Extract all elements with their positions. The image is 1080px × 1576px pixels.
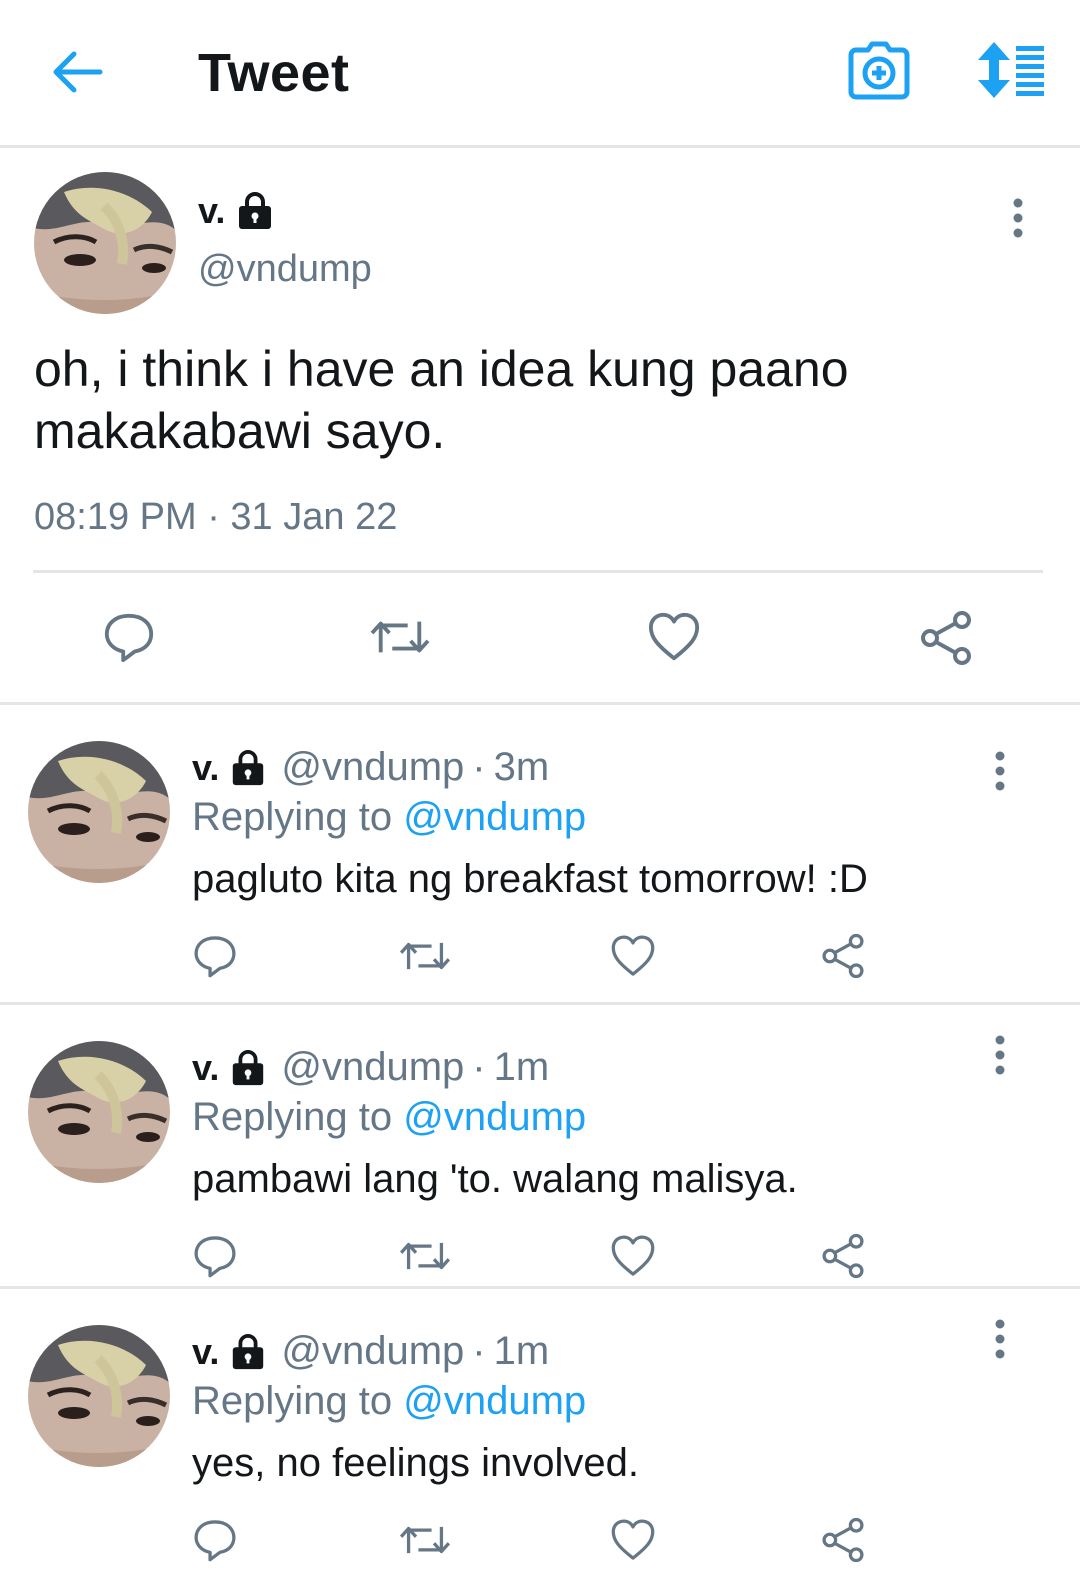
author-name-text[interactable]: v. (192, 1047, 219, 1089)
author-name-text[interactable]: v. (192, 747, 219, 789)
more-options-icon[interactable] (1008, 198, 1028, 238)
reply-tweet[interactable]: v. @vndump · 3m Replying to @vndump pagl… (0, 702, 1080, 986)
reply-time: 1m (493, 1329, 550, 1373)
share-icon[interactable] (918, 610, 974, 666)
share-icon[interactable] (820, 933, 866, 979)
lock-icon (229, 749, 267, 787)
lock-icon (229, 1049, 267, 1087)
reply-text: pagluto kita ng breakfast tomorrow! :D (192, 857, 868, 901)
lock-icon (235, 191, 275, 231)
retweet-icon[interactable] (398, 1517, 452, 1563)
author-name[interactable]: v. (198, 190, 275, 232)
reply-icon[interactable] (192, 1233, 238, 1279)
reply-text: yes, no feelings involved. (192, 1441, 639, 1485)
author-handle[interactable]: @vndump (198, 248, 372, 291)
share-icon[interactable] (820, 1233, 866, 1279)
reply-text: pambawi lang 'to. walang malisya. (192, 1157, 798, 1201)
retweet-icon[interactable] (398, 1233, 452, 1279)
like-icon[interactable] (610, 1517, 656, 1563)
replying-to-prefix: Replying to (192, 1379, 393, 1423)
reply-header: v. @vndump · 3m (192, 745, 549, 790)
reply-header: v. @vndump · 1m (192, 1329, 549, 1374)
replying-to-prefix: Replying to (192, 1095, 393, 1139)
sort-icon[interactable] (976, 42, 1046, 98)
replying-to: Replying to @vndump (192, 795, 586, 840)
page-title: Tweet (198, 43, 350, 103)
reply-time: 3m (493, 745, 550, 789)
top-bar: Tweet (0, 0, 1080, 148)
separator: · (472, 1329, 486, 1373)
tweet-actions (0, 610, 1080, 670)
replying-to: Replying to @vndump (192, 1379, 586, 1424)
more-options-icon[interactable] (990, 1319, 1010, 1359)
reply-actions (0, 1517, 1080, 1567)
avatar[interactable] (34, 172, 176, 314)
reply-icon[interactable] (192, 933, 238, 979)
reply-icon[interactable] (102, 610, 156, 664)
author-handle[interactable]: @vndump (281, 1329, 464, 1374)
replying-to-mention[interactable]: @vndump (403, 1095, 586, 1139)
reply-actions (0, 933, 1080, 983)
retweet-icon[interactable] (398, 933, 452, 979)
author-name-text[interactable]: v. (192, 1331, 219, 1373)
reply-actions (0, 1233, 1080, 1283)
like-icon[interactable] (646, 610, 702, 664)
replying-to-mention[interactable]: @vndump (403, 1379, 586, 1423)
reply-header: v. @vndump · 1m (192, 1045, 549, 1090)
more-options-icon[interactable] (990, 1035, 1010, 1075)
reply-tweet[interactable]: v. @vndump · 1m Replying to @vndump yes,… (0, 1286, 1080, 1570)
like-icon[interactable] (610, 1233, 656, 1279)
replying-to-mention[interactable]: @vndump (403, 795, 586, 839)
reply-icon[interactable] (192, 1517, 238, 1563)
lock-icon (229, 1333, 267, 1371)
replying-to-prefix: Replying to (192, 795, 393, 839)
back-arrow-icon[interactable] (50, 48, 104, 96)
tweet-timestamp: 08:19 PM · 31 Jan 22 (34, 496, 398, 538)
author-handle[interactable]: @vndump (281, 1045, 464, 1090)
like-icon[interactable] (610, 933, 656, 979)
separator: · (472, 745, 486, 789)
share-icon[interactable] (820, 1517, 866, 1563)
avatar[interactable] (28, 1041, 170, 1183)
camera-plus-icon[interactable] (848, 40, 910, 102)
reply-tweet[interactable]: v. @vndump · 1m Replying to @vndump pamb… (0, 1002, 1080, 1286)
divider (33, 570, 1043, 573)
avatar[interactable] (28, 741, 170, 883)
retweet-icon[interactable] (368, 610, 432, 664)
more-options-icon[interactable] (990, 751, 1010, 791)
tweet-text: oh, i think i have an idea kung paano ma… (34, 341, 849, 459)
author-handle[interactable]: @vndump (281, 745, 464, 790)
separator: · (472, 1045, 486, 1089)
replying-to: Replying to @vndump (192, 1095, 586, 1140)
main-tweet: v. @vndump oh, i think i have an idea ku… (0, 150, 1080, 702)
author-name-text: v. (198, 190, 226, 231)
reply-time: 1m (493, 1045, 550, 1089)
avatar[interactable] (28, 1325, 170, 1467)
